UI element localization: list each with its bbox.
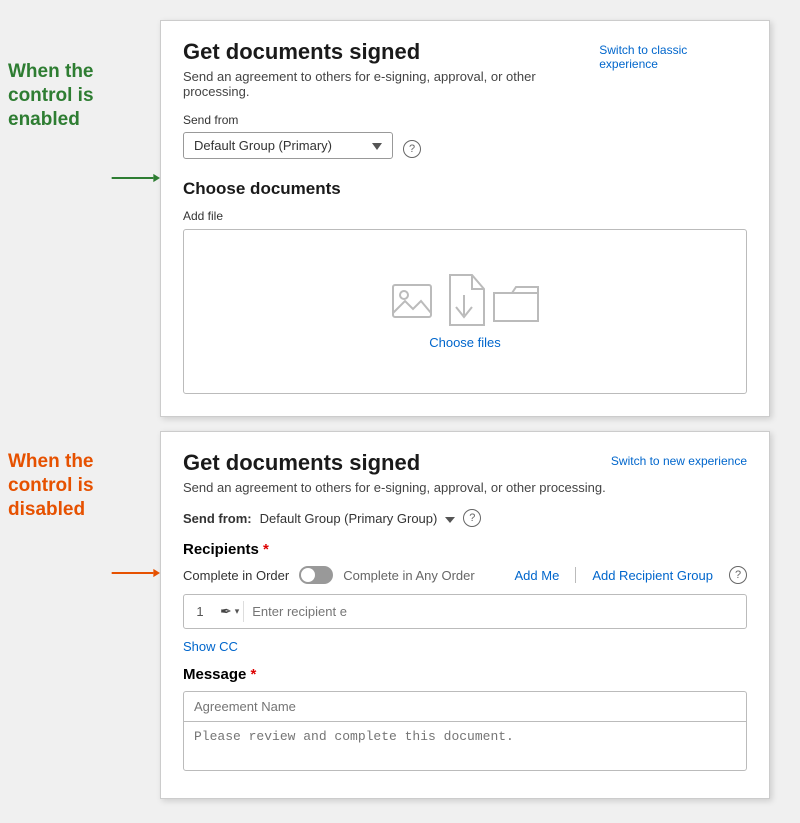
recipient-input[interactable]	[252, 604, 738, 619]
show-cc-link[interactable]: Show CC	[183, 639, 747, 654]
panel2-send-from-dropdown[interactable]: Default Group (Primary Group)	[260, 511, 456, 526]
file-icons-group	[391, 273, 540, 325]
message-label: Message *	[183, 666, 747, 683]
switch-to-new-link[interactable]: Switch to new experience	[611, 454, 747, 468]
send-from-label: Send from	[183, 113, 747, 127]
recipients-help-icon[interactable]: ?	[729, 566, 747, 584]
recipient-row: 1 ✒ ▾	[183, 594, 747, 629]
upload-icon	[440, 273, 488, 329]
divider	[575, 567, 576, 583]
send-from-value: Default Group (Primary)	[194, 138, 332, 153]
panel2-title: Get documents signed	[183, 450, 606, 476]
required-star: *	[259, 541, 269, 558]
message-required-star: *	[246, 666, 256, 683]
recipients-label: Recipients *	[183, 541, 747, 558]
recipient-number: 1	[192, 604, 208, 619]
annotation-enabled-label: When the control is enabled	[0, 60, 115, 131]
add-recipient-group-link[interactable]: Add Recipient Group	[592, 568, 713, 583]
panel2-send-from-value: Default Group (Primary Group)	[260, 511, 438, 526]
panel2-help-icon[interactable]: ?	[463, 509, 481, 527]
complete-order-toggle[interactable]	[299, 566, 333, 584]
agreement-name-input[interactable]	[183, 691, 747, 721]
complete-any-order-label: Complete in Any Order	[343, 568, 475, 583]
panel1-title: Get documents signed	[183, 39, 599, 65]
pen-icon: ✒	[220, 603, 232, 620]
chevron-down-icon	[372, 138, 382, 153]
panel-disabled: Get documents signed Send an agreement t…	[160, 431, 770, 799]
help-icon[interactable]: ?	[403, 140, 421, 158]
panel2-send-from-label: Send from:	[183, 511, 252, 526]
folder-icon	[492, 285, 540, 325]
add-file-label: Add file	[183, 209, 747, 223]
send-from-dropdown[interactable]: Default Group (Primary)	[183, 132, 393, 159]
chevron-icon-recipient: ▾	[235, 606, 240, 617]
complete-in-order-label: Complete in Order	[183, 568, 289, 583]
toggle-knob	[301, 568, 315, 582]
panel1-subtitle: Send an agreement to others for e-signin…	[183, 69, 599, 99]
panel2-subtitle: Send an agreement to others for e-signin…	[183, 480, 606, 495]
annotation-arrow-disabled-icon	[110, 563, 160, 583]
chevron-down-icon-2	[443, 511, 455, 526]
choose-files-link[interactable]: Choose files	[429, 335, 501, 350]
panel-enabled: Get documents signed Send an agreement t…	[160, 20, 770, 417]
switch-to-classic-link[interactable]: Switch to classic experience	[599, 43, 747, 71]
annotation-disabled-label: When the control is disabled	[0, 450, 115, 521]
add-me-link[interactable]: Add Me	[515, 568, 560, 583]
annotation-arrow-enabled-icon	[110, 168, 160, 188]
file-drop-zone[interactable]: Choose files	[183, 229, 747, 394]
recipient-type-button[interactable]: ✒ ▾	[216, 601, 244, 622]
image-icon	[391, 283, 436, 325]
message-body-input[interactable]	[183, 721, 747, 771]
choose-documents-title: Choose documents	[183, 179, 747, 199]
